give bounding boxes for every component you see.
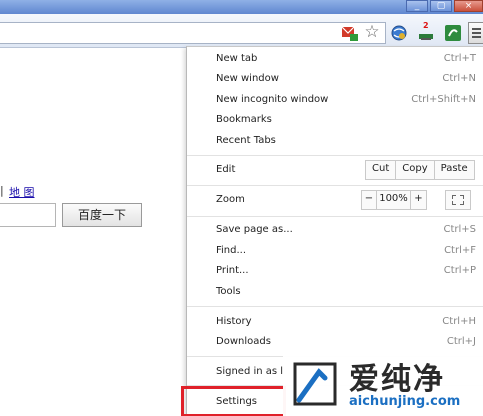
menu-item-label: Zoom: [216, 194, 245, 205]
menu-item-shortcut: Ctrl+H: [442, 316, 476, 327]
menu-item-new-tab[interactable]: New tab Ctrl+T: [187, 49, 483, 69]
menu-separator: [187, 185, 483, 186]
menu-item-find[interactable]: Find... Ctrl+F: [187, 241, 483, 261]
zoom-in-button[interactable]: +: [411, 191, 426, 209]
menu-item-print[interactable]: Print... Ctrl+P: [187, 261, 483, 281]
watermark-logo-icon: [293, 362, 337, 406]
green-extension-icon[interactable]: [444, 24, 462, 42]
menu-item-shortcut: Ctrl+T: [443, 53, 476, 64]
menu-item-label: New tab: [216, 53, 258, 64]
paste-button[interactable]: Paste: [434, 161, 474, 179]
menu-item-shortcut: Ctrl+J: [446, 336, 476, 347]
menu-item-save-page-as[interactable]: Save page as... Ctrl+S: [187, 220, 483, 240]
browser-toolbar: ☆ 2: [0, 14, 483, 48]
watermark: 爱纯净 aichunjing.com: [283, 352, 483, 416]
menu-item-shortcut: Ctrl+Shift+N: [411, 94, 476, 105]
mail-extension-icon[interactable]: [341, 24, 359, 42]
address-bar[interactable]: [0, 22, 386, 44]
menu-item-tools[interactable]: Tools: [187, 282, 483, 302]
copy-button[interactable]: Copy: [396, 161, 435, 179]
bookmark-star-icon[interactable]: ☆: [363, 24, 381, 42]
menu-bar-icon: [472, 36, 481, 38]
menu-item-label: Save page as...: [216, 224, 293, 235]
chrome-menu-button[interactable]: [468, 22, 483, 44]
menu-item-new-incognito-window[interactable]: New incognito window Ctrl+Shift+N: [187, 90, 483, 110]
notification-extension-icon[interactable]: 2: [417, 21, 435, 42]
maximize-button[interactable]: ▢: [430, 0, 452, 12]
menu-separator: [187, 306, 483, 307]
menu-item-label: New window: [216, 73, 279, 84]
close-button[interactable]: ×: [454, 0, 483, 12]
watermark-url: aichunjing.com: [349, 394, 461, 409]
menu-item-new-window[interactable]: New window Ctrl+N: [187, 69, 483, 89]
link-separator: |: [0, 184, 4, 197]
menu-separator: [187, 155, 483, 156]
menu-item-label: History: [216, 316, 252, 327]
search-input[interactable]: [0, 203, 56, 227]
fullscreen-icon: [452, 195, 456, 199]
menu-item-bookmarks[interactable]: Bookmarks: [187, 110, 483, 130]
globe-extension-icon[interactable]: [390, 24, 408, 42]
minimize-button[interactable]: _: [406, 0, 428, 12]
zoom-level: 100%: [377, 191, 411, 209]
cut-button[interactable]: Cut: [366, 161, 397, 179]
watermark-title: 爱纯净: [349, 362, 445, 397]
edit-button-group: Cut Copy Paste: [365, 160, 475, 180]
map-link[interactable]: 地 图: [9, 184, 35, 200]
menu-item-shortcut: Ctrl+F: [444, 245, 476, 256]
fullscreen-icon: [460, 201, 464, 205]
settings-highlight-box: [181, 386, 286, 416]
zoom-out-button[interactable]: −: [362, 191, 377, 209]
search-button[interactable]: 百度一下: [62, 203, 142, 227]
menu-item-label: Tools: [216, 286, 241, 297]
menu-item-label: Recent Tabs: [216, 135, 276, 146]
fullscreen-button[interactable]: [445, 190, 471, 210]
menu-item-label: Bookmarks: [216, 114, 272, 125]
notification-badge: 2: [423, 21, 429, 30]
menu-item-label: Edit: [216, 164, 236, 175]
fullscreen-icon: [460, 195, 464, 199]
menu-item-label: Signed in as l: [216, 366, 284, 377]
menu-bar-icon: [472, 32, 481, 34]
menu-item-recent-tabs[interactable]: Recent Tabs: [187, 131, 483, 151]
window-titlebar: _ ▢ ×: [0, 0, 483, 14]
menu-item-label: Find...: [216, 245, 247, 256]
fullscreen-icon: [452, 201, 456, 205]
menu-item-history[interactable]: History Ctrl+H: [187, 312, 483, 332]
menu-item-downloads[interactable]: Downloads Ctrl+J: [187, 332, 483, 352]
menu-bar-icon: [472, 28, 481, 30]
zoom-control-group: − 100% +: [361, 190, 427, 210]
menu-item-shortcut: Ctrl+P: [443, 265, 476, 276]
menu-item-label: New incognito window: [216, 94, 329, 105]
menu-item-shortcut: Ctrl+N: [442, 73, 476, 84]
menu-item-label: Print...: [216, 265, 249, 276]
menu-item-zoom: Zoom: [187, 190, 483, 210]
menu-item-label: Downloads: [216, 336, 271, 347]
menu-separator: [187, 216, 483, 217]
menu-item-shortcut: Ctrl+S: [443, 224, 476, 235]
